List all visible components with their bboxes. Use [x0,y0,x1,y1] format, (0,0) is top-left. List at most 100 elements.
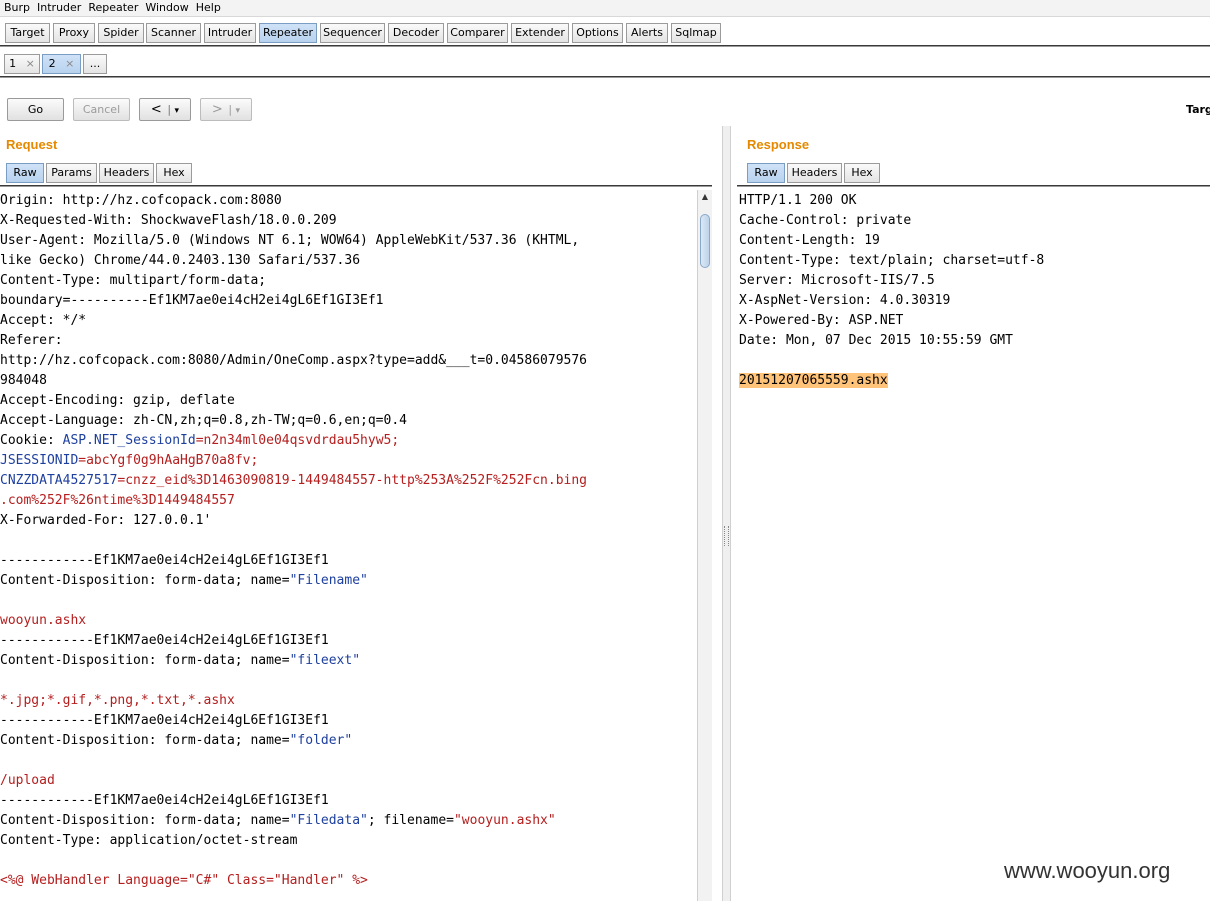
tab-proxy[interactable]: Proxy [53,23,95,43]
repeater-tab-new[interactable]: ... [83,54,107,74]
split-divider[interactable] [722,126,731,901]
request-line: X-Requested-With: ShockwaveFlash/18.0.0.… [0,211,697,231]
target-label[interactable]: Targ [1186,103,1210,116]
request-text-segment: =n2n34ml0e04qsvdrdau5hyw5; [195,433,400,448]
request-text-segment: Cookie: [0,433,63,448]
request-line: User-Agent: Mozilla/5.0 (Windows NT 6.1;… [0,231,697,251]
sub-tabs-rule [0,76,1210,78]
response-text-segment: Date: Mon, 07 Dec 2015 10:55:59 GMT [739,333,1013,348]
back-button[interactable]: < | ▾ [139,98,191,121]
request-text-segment: boundary=----------Ef1KM7ae0ei4cH2ei4gL6… [0,293,384,308]
request-line: Cookie: ASP.NET_SessionId=n2n34ml0e04qsv… [0,431,697,451]
request-line: Accept: */* [0,311,697,331]
repeater-tab-2[interactable]: 2 × [42,54,81,74]
response-line [739,351,1209,371]
go-button[interactable]: Go [7,98,64,121]
response-view-tabs: Raw Headers Hex [737,160,1210,186]
response-text-segment: Cache-Control: private [739,213,912,228]
request-text-segment: CNZZDATA4527517 [0,473,118,488]
request-text-segment: Content-Type: multipart/form-data; [0,273,267,288]
chevron-left-icon: < [150,102,162,117]
response-text-segment: 20151207065559.ashx [739,373,888,388]
request-text-segment: ------------Ef1KM7ae0ei4cH2ei4gL6Ef1GI3E… [0,633,329,648]
request-tab-params[interactable]: Params [46,163,97,183]
cancel-button[interactable]: Cancel [73,98,130,121]
request-line: Accept-Language: zh-CN,zh;q=0.8,zh-TW;q=… [0,411,697,431]
menu-bar: Burp Intruder Repeater Window Help [0,0,1210,17]
close-icon[interactable]: × [65,57,74,70]
tab-repeater[interactable]: Repeater [259,23,317,43]
response-text-segment: Content-Type: text/plain; charset=utf-8 [739,253,1045,268]
main-tabs-rule [0,45,1210,47]
chevron-down-icon[interactable]: ▾ [236,106,241,116]
request-text-segment: .com%252F%26ntime%3D1449484557 [0,493,235,508]
response-tab-headers[interactable]: Headers [787,163,842,183]
request-text-segment: JSESSIONID [0,453,79,468]
request-text-segment: like Gecko) Chrome/44.0.2403.130 Safari/… [0,253,361,268]
tab-spider[interactable]: Spider [98,23,144,43]
response-tab-hex[interactable]: Hex [844,163,880,183]
request-line: JSESSIONID=abcYgf0g9hAaHgB70a8fv; [0,451,697,471]
response-tab-raw[interactable]: Raw [747,163,785,183]
request-line: /upload [0,771,697,791]
request-text-segment: Accept: */* [0,313,87,328]
request-text-segment: wooyun.ashx [0,613,87,628]
tab-options[interactable]: Options [572,23,623,43]
response-line: 20151207065559.ashx [739,371,1209,391]
request-tab-raw[interactable]: Raw [6,163,44,183]
chevron-down-icon[interactable]: ▾ [175,106,180,116]
response-text-segment: Content-Length: 19 [739,233,880,248]
repeater-tab-1[interactable]: 1 × [4,54,40,74]
request-text-segment: X-Forwarded-For: 127.0.0.1' [0,513,212,528]
tab-sqlmap[interactable]: Sqlmap [671,23,721,43]
request-line: boundary=----------Ef1KM7ae0ei4cH2ei4gL6… [0,291,697,311]
tab-sequencer[interactable]: Sequencer [320,23,385,43]
request-line: http://hz.cofcopack.com:8080/Admin/OneCo… [0,351,697,371]
request-scrollbar[interactable]: ▲ [697,190,712,901]
response-title: Response [747,137,810,152]
tab-target[interactable]: Target [5,23,50,43]
request-text-segment: "fileext" [289,653,361,668]
tab-alerts[interactable]: Alerts [626,23,668,43]
tab-scanner[interactable]: Scanner [146,23,201,43]
scrollbar-thumb[interactable] [700,214,710,268]
watermark: www.wooyun.org [1004,858,1171,883]
tab-extender[interactable]: Extender [511,23,569,43]
repeater-tabs: 1 × 2 × ... [0,51,1210,79]
request-line: Content-Disposition: form-data; name="Fi… [0,811,697,831]
request-line: CNZZDATA4527517=cnzz_eid%3D1463090819-14… [0,471,697,491]
grip-icon [724,526,729,546]
menu-help[interactable]: Help [192,0,224,15]
tab-decoder[interactable]: Decoder [388,23,444,43]
request-editor[interactable]: Origin: http://hz.cofcopack.com:8080 X-Re… [0,191,697,901]
request-text-segment: =cnzz_eid%3D1463090819-1449484557-http%2… [117,473,588,488]
response-line: X-AspNet-Version: 4.0.30319 [739,291,1209,311]
request-text-segment: ------------Ef1KM7ae0ei4cH2ei4gL6Ef1GI3E… [0,553,329,568]
request-line [0,591,697,611]
request-text-segment: Content-Disposition: form-data; name= [0,653,290,668]
request-line: ------------Ef1KM7ae0ei4cH2ei4gL6Ef1GI3E… [0,551,697,571]
request-line [0,531,697,551]
request-text-segment: "Filedata" [289,813,368,828]
request-line: Content-Type: application/octet-stream [0,831,697,851]
request-line: Content-Type: multipart/form-data; [0,271,697,291]
request-tab-hex[interactable]: Hex [156,163,192,183]
menu-window[interactable]: Window [141,0,191,15]
request-text-segment: "folder" [289,733,353,748]
menu-burp[interactable]: Burp [0,0,33,15]
menu-repeater[interactable]: Repeater [84,0,141,15]
close-icon[interactable]: × [26,57,35,70]
response-editor[interactable]: HTTP/1.1 200 OK Cache-Control: private Con… [739,191,1209,901]
request-tab-headers[interactable]: Headers [99,163,154,183]
request-line: Referer: [0,331,697,351]
request-text-segment: ------------Ef1KM7ae0ei4cH2ei4gL6Ef1GI3E… [0,793,329,808]
main-tabs: Target Proxy Spider Scanner Intruder Rep… [0,20,1210,47]
tab-comparer[interactable]: Comparer [447,23,508,43]
forward-button[interactable]: > | ▾ [200,98,252,121]
request-view-tabs: Raw Params Headers Hex [0,160,712,186]
request-text-segment: X-Requested-With: ShockwaveFlash/18.0.0.… [0,213,337,228]
tab-intruder[interactable]: Intruder [204,23,256,43]
request-line: Content-Disposition: form-data; name="fo… [0,731,697,751]
scroll-up-icon[interactable]: ▲ [698,192,712,202]
menu-intruder[interactable]: Intruder [33,0,84,15]
